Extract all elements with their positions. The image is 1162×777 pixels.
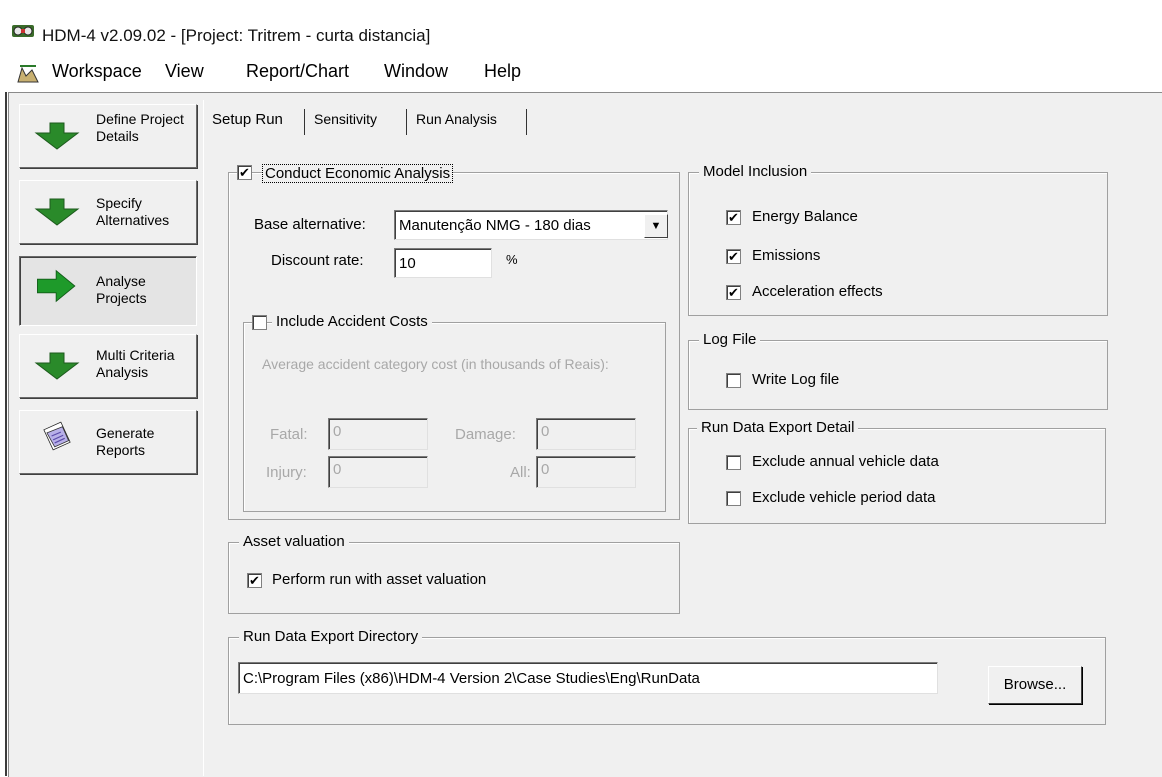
nav-analyse-label: Analyse Projects [96, 273, 147, 306]
check-mark: ✔ [249, 573, 260, 588]
damage-input[interactable]: 0 [536, 418, 636, 450]
model-inclusion-title: Model Inclusion [699, 163, 812, 180]
injury-input[interactable]: 0 [328, 456, 428, 488]
menu-window[interactable]: Window [384, 61, 448, 82]
energy-balance-label: Energy Balance [752, 208, 858, 225]
exclude-annual-label: Exclude annual vehicle data [752, 453, 939, 470]
workspace-menu-icon[interactable] [16, 62, 40, 84]
title-bar: HDM-4 v2.09.02 - [Project: Tritrem - cur… [0, 0, 1162, 48]
arrow-down-icon [34, 122, 80, 150]
window-title: HDM-4 v2.09.02 - [Project: Tritrem - cur… [42, 26, 431, 45]
exclude-annual-checkbox[interactable] [726, 455, 741, 470]
injury-label: Injury: [266, 464, 307, 481]
injury-value: 0 [333, 461, 342, 478]
all-value: 0 [541, 461, 550, 478]
base-alternative-select[interactable]: Manutenção NMG - 180 dias [394, 210, 668, 240]
log-file-title: Log File [699, 331, 761, 348]
base-alternative-value: Manutenção NMG - 180 dias [399, 217, 591, 234]
tab-sensitivity[interactable]: Sensitivity [310, 105, 381, 133]
accident-cost-description: Average accident category cost (in thous… [262, 356, 609, 372]
exclude-period-checkbox[interactable] [726, 491, 741, 506]
fatal-value: 0 [333, 423, 342, 440]
accident-costs-label: Include Accident Costs [272, 313, 432, 330]
tab-divider [526, 109, 527, 135]
menu-view[interactable]: View [165, 61, 204, 82]
export-detail-title: Run Data Export Detail [697, 419, 859, 436]
export-directory-value: C:\Program Files (x86)\HDM-4 Version 2\C… [243, 670, 700, 687]
nav-specify-alternatives[interactable]: Specify Alternatives [19, 180, 197, 244]
acceleration-effects-checkbox[interactable]: ✔ [726, 285, 741, 300]
check-mark: ✔ [239, 165, 250, 180]
nav-generate-reports[interactable]: Generate Reports [19, 410, 197, 474]
check-mark: ✔ [728, 249, 739, 264]
arrow-down-icon [34, 198, 80, 226]
write-log-checkbox[interactable] [726, 373, 741, 388]
chevron-down-icon[interactable]: ▼ [644, 214, 668, 238]
tab-run-analysis[interactable]: Run Analysis [412, 105, 501, 133]
nav-generate-label: Generate Reports [96, 425, 155, 458]
export-directory-title: Run Data Export Directory [239, 628, 423, 645]
economic-analysis-label: Conduct Economic Analysis [262, 164, 454, 183]
asset-valuation-label: Perform run with asset valuation [272, 571, 487, 588]
accident-costs-checkbox[interactable] [252, 315, 267, 330]
browse-button[interactable]: Browse... [988, 666, 1082, 704]
nav-multi-label: Multi Criteria Analysis [96, 347, 175, 380]
asset-valuation-title: Asset valuation [239, 533, 349, 550]
model-inclusion-group: Model Inclusion [688, 163, 1108, 316]
discount-rate-label: Discount rate: [271, 252, 364, 269]
tab-divider [406, 109, 407, 135]
nav-multi-criteria-analysis[interactable]: Multi Criteria Analysis [19, 334, 197, 398]
menu-help[interactable]: Help [484, 61, 521, 82]
all-input[interactable]: 0 [536, 456, 636, 488]
emissions-checkbox[interactable]: ✔ [726, 249, 741, 264]
menu-workspace[interactable]: Workspace [52, 61, 142, 82]
emissions-label: Emissions [752, 247, 821, 264]
reports-icon [43, 421, 71, 451]
tab-divider [304, 109, 305, 135]
nav-specify-label: Specify Alternatives [96, 195, 170, 228]
hdm4-app-icon [12, 25, 34, 37]
arrow-down-icon [34, 352, 80, 380]
acceleration-effects-label: Acceleration effects [752, 283, 883, 300]
energy-balance-checkbox[interactable]: ✔ [726, 210, 741, 225]
nav-analyse-projects[interactable]: Analyse Projects [19, 256, 197, 326]
nav-define-project-details[interactable]: Define Project Details [19, 104, 197, 168]
write-log-label: Write Log file [752, 371, 840, 388]
menu-report-chart[interactable]: Report/Chart [246, 61, 349, 82]
nav-define-label: Define Project Details [96, 111, 184, 144]
economic-analysis-checkbox[interactable]: ✔ [237, 165, 252, 180]
export-directory-input[interactable]: C:\Program Files (x86)\HDM-4 Version 2\C… [238, 662, 938, 694]
export-detail-group: Run Data Export Detail [688, 419, 1106, 524]
asset-valuation-checkbox[interactable]: ✔ [247, 573, 262, 588]
exclude-period-label: Exclude vehicle period data [752, 489, 936, 506]
base-alternative-label: Base alternative: [254, 216, 366, 233]
nav-separator [203, 100, 204, 776]
fatal-input[interactable]: 0 [328, 418, 428, 450]
all-label: All: [510, 464, 531, 481]
damage-label: Damage: [455, 426, 516, 443]
percent-label: % [506, 252, 518, 267]
arrow-right-icon [37, 269, 76, 303]
tab-setup-run[interactable]: Setup Run [208, 105, 287, 134]
discount-rate-input[interactable]: 10 [394, 248, 492, 278]
frame-edge [5, 92, 7, 776]
damage-value: 0 [541, 423, 550, 440]
log-file-group: Log File [688, 331, 1108, 410]
check-mark: ✔ [728, 210, 739, 225]
fatal-label: Fatal: [270, 426, 308, 443]
discount-rate-value: 10 [399, 255, 416, 272]
check-mark: ✔ [728, 285, 739, 300]
